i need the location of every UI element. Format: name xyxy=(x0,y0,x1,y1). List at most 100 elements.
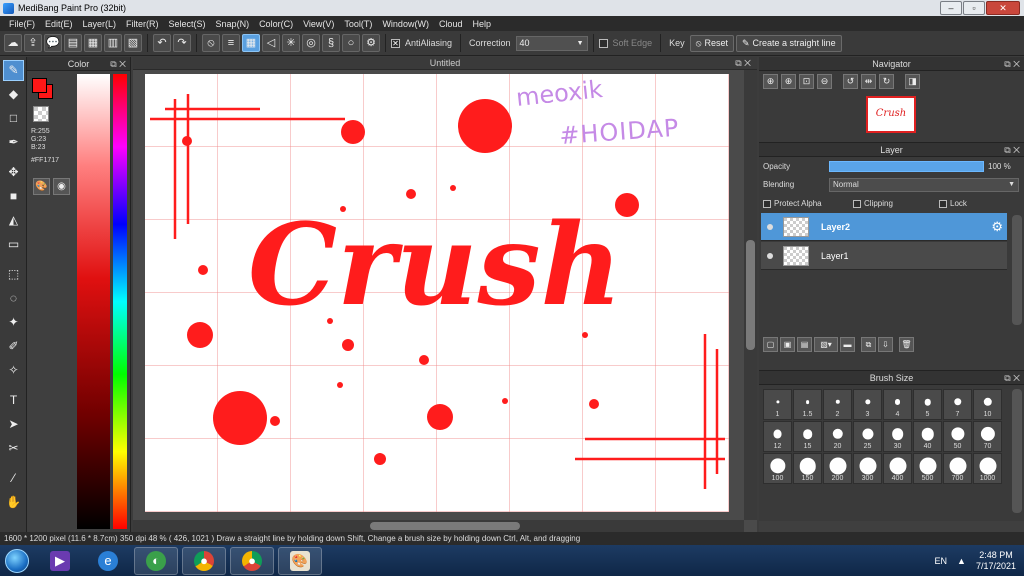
trash-icon[interactable]: 🗑 xyxy=(899,337,914,352)
create-straight-line-button[interactable]: ✎ Create a straight line xyxy=(735,34,842,52)
divide-tool-icon[interactable]: ✂ xyxy=(3,438,24,459)
circle-snap-icon[interactable]: ○ xyxy=(342,34,360,52)
panel-close-icon[interactable]: ⧉ ✕ xyxy=(1004,57,1020,71)
protect-alpha-checkbox[interactable]: Protect Alpha xyxy=(763,199,822,208)
scrollbar-thumb[interactable] xyxy=(746,240,755,350)
brush-size-cell[interactable]: 200 xyxy=(823,453,852,484)
pen-tool-icon[interactable]: ✒ xyxy=(3,132,24,153)
restore-button[interactable]: ▫ xyxy=(963,1,985,15)
minimize-button[interactable]: – xyxy=(940,1,962,15)
flip-icon[interactable]: ⇹ xyxy=(861,74,876,89)
brush-size-cell[interactable]: 50 xyxy=(943,421,972,452)
brush-size-cell[interactable]: 300 xyxy=(853,453,882,484)
redo-icon[interactable]: ↷ xyxy=(173,34,191,52)
panel-close-icon[interactable]: ⧉ ✕ xyxy=(1004,371,1020,385)
new-layer-icon[interactable]: ▢ xyxy=(763,337,778,352)
brush-size-cell[interactable]: 150 xyxy=(793,453,822,484)
undo-icon[interactable]: ↶ xyxy=(153,34,171,52)
brush-size-cell[interactable]: 700 xyxy=(943,453,972,484)
share-icon[interactable]: ⇪ xyxy=(24,34,42,52)
reset-button[interactable]: ⦸ Reset xyxy=(689,34,734,52)
brush-size-cell[interactable]: 70 xyxy=(973,421,1002,452)
brush-size-cell[interactable]: 500 xyxy=(913,453,942,484)
layer-row-layer1[interactable]: Layer1 xyxy=(761,242,1007,270)
lock-checkbox[interactable]: Lock xyxy=(939,199,967,208)
brush-size-cell[interactable]: 40 xyxy=(913,421,942,452)
visibility-icon[interactable] xyxy=(767,252,773,259)
taskbar-internet-explorer[interactable]: e xyxy=(86,547,130,575)
foreground-color-swatch[interactable] xyxy=(32,78,47,93)
language-indicator[interactable]: EN xyxy=(935,556,948,566)
eraser-tool-icon[interactable]: ◆ xyxy=(3,84,24,105)
move-tool-icon[interactable]: ✥ xyxy=(3,162,24,183)
snap-settings-icon[interactable]: ⚙ xyxy=(362,34,380,52)
color-settings-icon[interactable]: ◉ xyxy=(53,178,70,195)
checkbox-box[interactable] xyxy=(763,199,771,208)
correction-select[interactable]: 40 ▼ xyxy=(515,35,588,51)
dot-tool-icon[interactable]: □ xyxy=(3,108,24,129)
brush-size-cell[interactable]: 1000 xyxy=(973,453,1002,484)
menu-file[interactable]: File(F) xyxy=(4,19,40,29)
grid-snap-icon[interactable]: ▦ xyxy=(242,34,260,52)
start-button[interactable] xyxy=(0,545,34,576)
tray-expand-icon[interactable]: ▲ xyxy=(957,556,966,566)
close-button[interactable]: ✕ xyxy=(986,1,1020,15)
fit-icon[interactable]: ⊡ xyxy=(799,74,814,89)
canvas-vertical-scrollbar[interactable] xyxy=(744,70,757,520)
palette-icon[interactable]: 🎨 xyxy=(33,178,50,195)
radial-snap-icon[interactable]: ◁ xyxy=(262,34,280,52)
hand-tool-icon[interactable]: ✋ xyxy=(3,492,24,513)
menu-view[interactable]: View(V) xyxy=(298,19,339,29)
checkbox-box[interactable] xyxy=(853,199,861,208)
clipping-checkbox[interactable]: Clipping xyxy=(853,199,893,208)
curve-snap-icon[interactable]: § xyxy=(322,34,340,52)
zoom-out-icon[interactable]: ⊖ xyxy=(817,74,832,89)
drawing-canvas[interactable]: Crush meoxik #HOIDAP xyxy=(145,74,729,512)
hue-slider[interactable] xyxy=(113,74,127,529)
document-tab[interactable]: Untitled ⧉ ✕ xyxy=(133,57,757,70)
zoom-in-2-icon[interactable]: ⊕ xyxy=(781,74,796,89)
parallel-snap-icon[interactable]: ≡ xyxy=(222,34,240,52)
select-eraser-icon[interactable]: ✧ xyxy=(3,360,24,381)
lasso-tool-icon[interactable]: ◌ xyxy=(3,288,24,309)
brush-tool-icon[interactable]: ✎ xyxy=(3,60,24,81)
concentric-snap-icon[interactable]: ◎ xyxy=(302,34,320,52)
layer-scrollbar[interactable] xyxy=(1012,215,1022,325)
new-8bit-layer-icon[interactable]: ▤ xyxy=(797,337,812,352)
shape-tool-icon[interactable]: ■ xyxy=(3,186,24,207)
saturation-value-picker[interactable] xyxy=(77,74,110,529)
brush-size-cell[interactable]: 2 xyxy=(823,389,852,420)
brush-size-cell[interactable]: 1.5 xyxy=(793,389,822,420)
brush-size-cell[interactable]: 3 xyxy=(853,389,882,420)
opacity-slider[interactable] xyxy=(829,161,984,172)
brush-size-cell[interactable]: 4 xyxy=(883,389,912,420)
transparent-color-swatch[interactable] xyxy=(33,106,49,122)
menu-filter[interactable]: Filter(R) xyxy=(121,19,164,29)
navigator-thumbnail[interactable]: Crush xyxy=(866,96,916,133)
blending-select[interactable]: Normal ▼ xyxy=(829,178,1019,192)
brush-size-cell[interactable]: 400 xyxy=(883,453,912,484)
panel-close-icon[interactable]: ⧉ ✕ xyxy=(1004,143,1020,157)
menu-window[interactable]: Window(W) xyxy=(377,19,434,29)
material-icon[interactable]: ▧ xyxy=(124,34,142,52)
canvas-horizontal-scrollbar[interactable] xyxy=(133,520,744,532)
gradient-tool-icon[interactable]: ▭ xyxy=(3,234,24,255)
brush-size-cell[interactable]: 5 xyxy=(913,389,942,420)
visibility-icon[interactable] xyxy=(767,223,773,230)
brush-size-cell[interactable]: 1 xyxy=(763,389,792,420)
checkbox-box[interactable] xyxy=(939,199,947,208)
menu-cloud[interactable]: Cloud xyxy=(434,19,468,29)
gear-icon[interactable]: ⚙ xyxy=(991,219,1003,235)
mirror-icon[interactable]: ◨ xyxy=(905,74,920,89)
brush-size-cell[interactable]: 15 xyxy=(793,421,822,452)
speech-bubble-icon[interactable]: 💬 xyxy=(44,34,62,52)
panel-close-icon[interactable]: ⧉ ✕ xyxy=(110,57,126,71)
text-tool-icon[interactable]: T xyxy=(3,390,24,411)
eyedropper-icon[interactable]: ⁄ xyxy=(3,468,24,489)
brush-size-cell[interactable]: 100 xyxy=(763,453,792,484)
taskbar-chrome[interactable]: ● xyxy=(182,546,226,575)
new-halftone-layer-icon[interactable]: ▣ xyxy=(780,337,795,352)
radial-lines-icon[interactable]: ✳ xyxy=(282,34,300,52)
menu-edit[interactable]: Edit(E) xyxy=(40,19,78,29)
brush-scrollbar[interactable] xyxy=(1012,389,1022,513)
